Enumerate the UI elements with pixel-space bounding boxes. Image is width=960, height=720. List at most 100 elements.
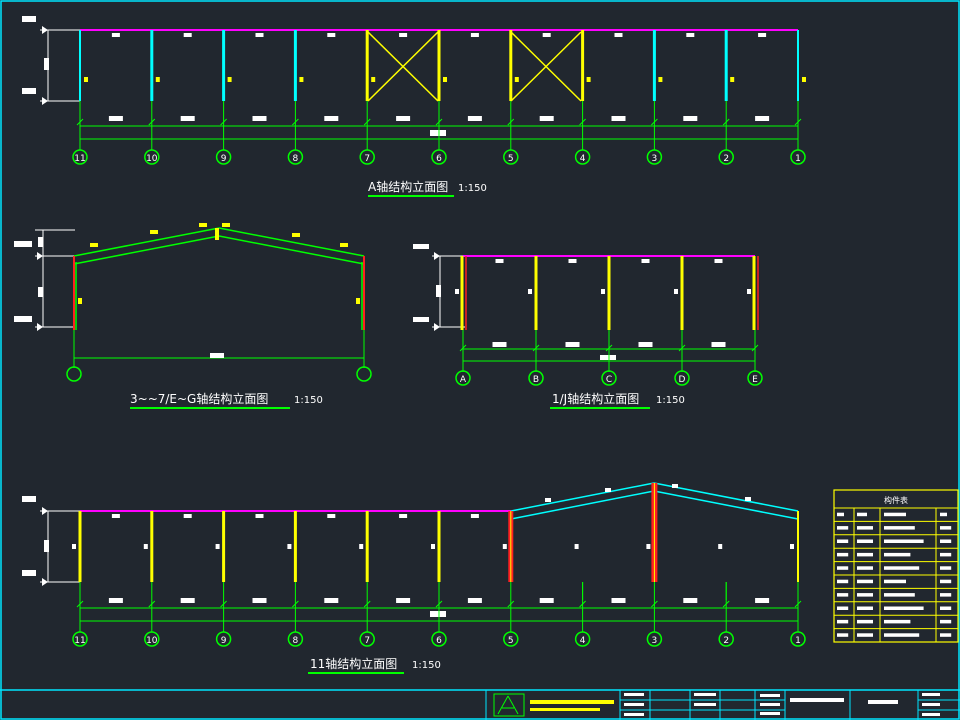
table-cell [884, 566, 920, 570]
column-tag-d [790, 544, 794, 549]
d-grid-label: 7 [364, 636, 370, 646]
elevation-d: 11 10 9 8 7 6 5 4 3 2 1 11轴结构立面图 1:150 [22, 482, 806, 674]
dim-total-d [430, 611, 446, 617]
beam-tag-c [714, 259, 723, 263]
a-dim-tag [324, 116, 339, 121]
beam-tag-a [183, 33, 192, 37]
column-tag-d [718, 544, 723, 549]
c-grid-label: D [679, 375, 686, 385]
column-tag-c [455, 289, 459, 294]
dim-total-c [600, 355, 616, 360]
table-cell [940, 619, 952, 624]
a-dim-tag [396, 116, 411, 121]
column-tag-d [215, 544, 220, 549]
a-grid-label: 5 [508, 154, 514, 164]
table-cell [837, 512, 844, 517]
a-dim-tag [252, 116, 267, 121]
scale-elev-a: 1:150 [458, 183, 487, 194]
c-grid-label: B [533, 375, 539, 385]
beam-tag-d [183, 514, 192, 518]
c-dim-tag [638, 342, 653, 347]
d-grid-label: 10 [146, 636, 158, 646]
grid-bubbles-d: 11 10 9 8 7 6 5 4 3 2 1 [72, 582, 806, 647]
d-grid-label: 6 [436, 636, 442, 646]
drawing-name-bar [868, 700, 898, 704]
table-cell [837, 593, 849, 597]
table-cell [884, 619, 911, 624]
beam-tag-c [641, 259, 650, 263]
column-tag-c [601, 289, 605, 294]
d-dim-tag [252, 598, 267, 603]
c-dim-tag [565, 342, 580, 347]
table-cell [884, 552, 911, 557]
a-grid-label: 9 [221, 154, 227, 164]
elevation-c: A B C D E 1/J轴结构立面图 1:150 [413, 244, 763, 409]
project-name-bar [790, 698, 844, 702]
table-cell [837, 526, 849, 530]
column-tag-d [287, 544, 292, 549]
table-cell [940, 526, 952, 530]
column-tag-d [574, 544, 579, 549]
dim-total-a [430, 130, 446, 136]
beam-tag-a [758, 33, 767, 37]
title-elev-d: 11轴结构立面图 [310, 656, 397, 671]
a-dim-tag [180, 116, 195, 121]
d-dim-tag [683, 598, 698, 603]
a-dim-tag [683, 116, 698, 121]
a-dim-tag [755, 116, 770, 121]
dim-total-b [210, 353, 224, 358]
table-title: 构件表 [884, 495, 908, 505]
company-name-bar [530, 700, 614, 704]
title-elev-a: A轴结构立面图 [368, 179, 448, 194]
level-marks-b [14, 229, 75, 331]
cad-drawing: 11 10 9 8 7 6 5 4 3 2 1 A轴结构立面图 1:150 3~… [0, 0, 960, 720]
d-dim-tag [755, 598, 770, 603]
columns-d [72, 483, 802, 608]
table-cell [857, 512, 867, 517]
beam-tag-a [327, 33, 336, 37]
d-grid-label: 8 [293, 636, 299, 646]
table-cell [837, 579, 849, 584]
d-dim-tag [396, 598, 411, 603]
scale-elev-d: 1:150 [412, 660, 441, 671]
column-tag-c [747, 289, 751, 294]
elevation-a: 11 10 9 8 7 6 5 4 3 2 1 A轴结构立面图 1:150 [22, 16, 806, 197]
table-cell [857, 579, 873, 584]
title-elev-c: 1/J轴结构立面图 [552, 391, 639, 406]
a-grid-label: 4 [580, 154, 586, 164]
table-cell [940, 566, 952, 570]
column-tag-d [646, 544, 651, 549]
level-marks-c [413, 244, 465, 331]
a-grid-label: 1 [795, 154, 801, 164]
rafters-b [73, 227, 365, 330]
c-grid-label: C [606, 375, 612, 385]
table-cell [837, 539, 849, 543]
column-tag-a [227, 77, 232, 82]
level-marks-a [22, 16, 80, 105]
grid-bubbles-a: 11 10 9 8 7 6 5 4 3 2 1 [72, 101, 806, 165]
beam-tag-a [470, 33, 479, 37]
component-table: 构件表 [833, 489, 959, 643]
c-grid-label: E [752, 375, 758, 385]
table-cell [857, 619, 873, 624]
drawing-border [0, 0, 960, 720]
c-dim-tag [711, 342, 726, 347]
a-grid-label: 6 [436, 154, 442, 164]
a-dim-tag [108, 116, 123, 121]
grid-bubble-b1 [66, 366, 82, 382]
c-grid-label: A [460, 375, 467, 385]
beam-tag-a [686, 33, 695, 37]
elevation-b: 3~~7/E~G轴结构立面图 1:150 [14, 223, 372, 409]
c-dim-tag [492, 342, 507, 347]
grid-bubbles-c: A B C D E [455, 330, 763, 386]
a-grid-label: 7 [364, 154, 370, 164]
d-grid-label: 11 [74, 636, 85, 646]
table-cell [857, 566, 873, 570]
table-cell [884, 633, 920, 637]
column-tag-a [155, 77, 160, 82]
level-marks-d [22, 496, 80, 586]
d-grid-label: 4 [580, 636, 586, 646]
a-dim-tag [611, 116, 626, 121]
table-cell [940, 512, 947, 517]
d-dim-tag [324, 598, 339, 603]
